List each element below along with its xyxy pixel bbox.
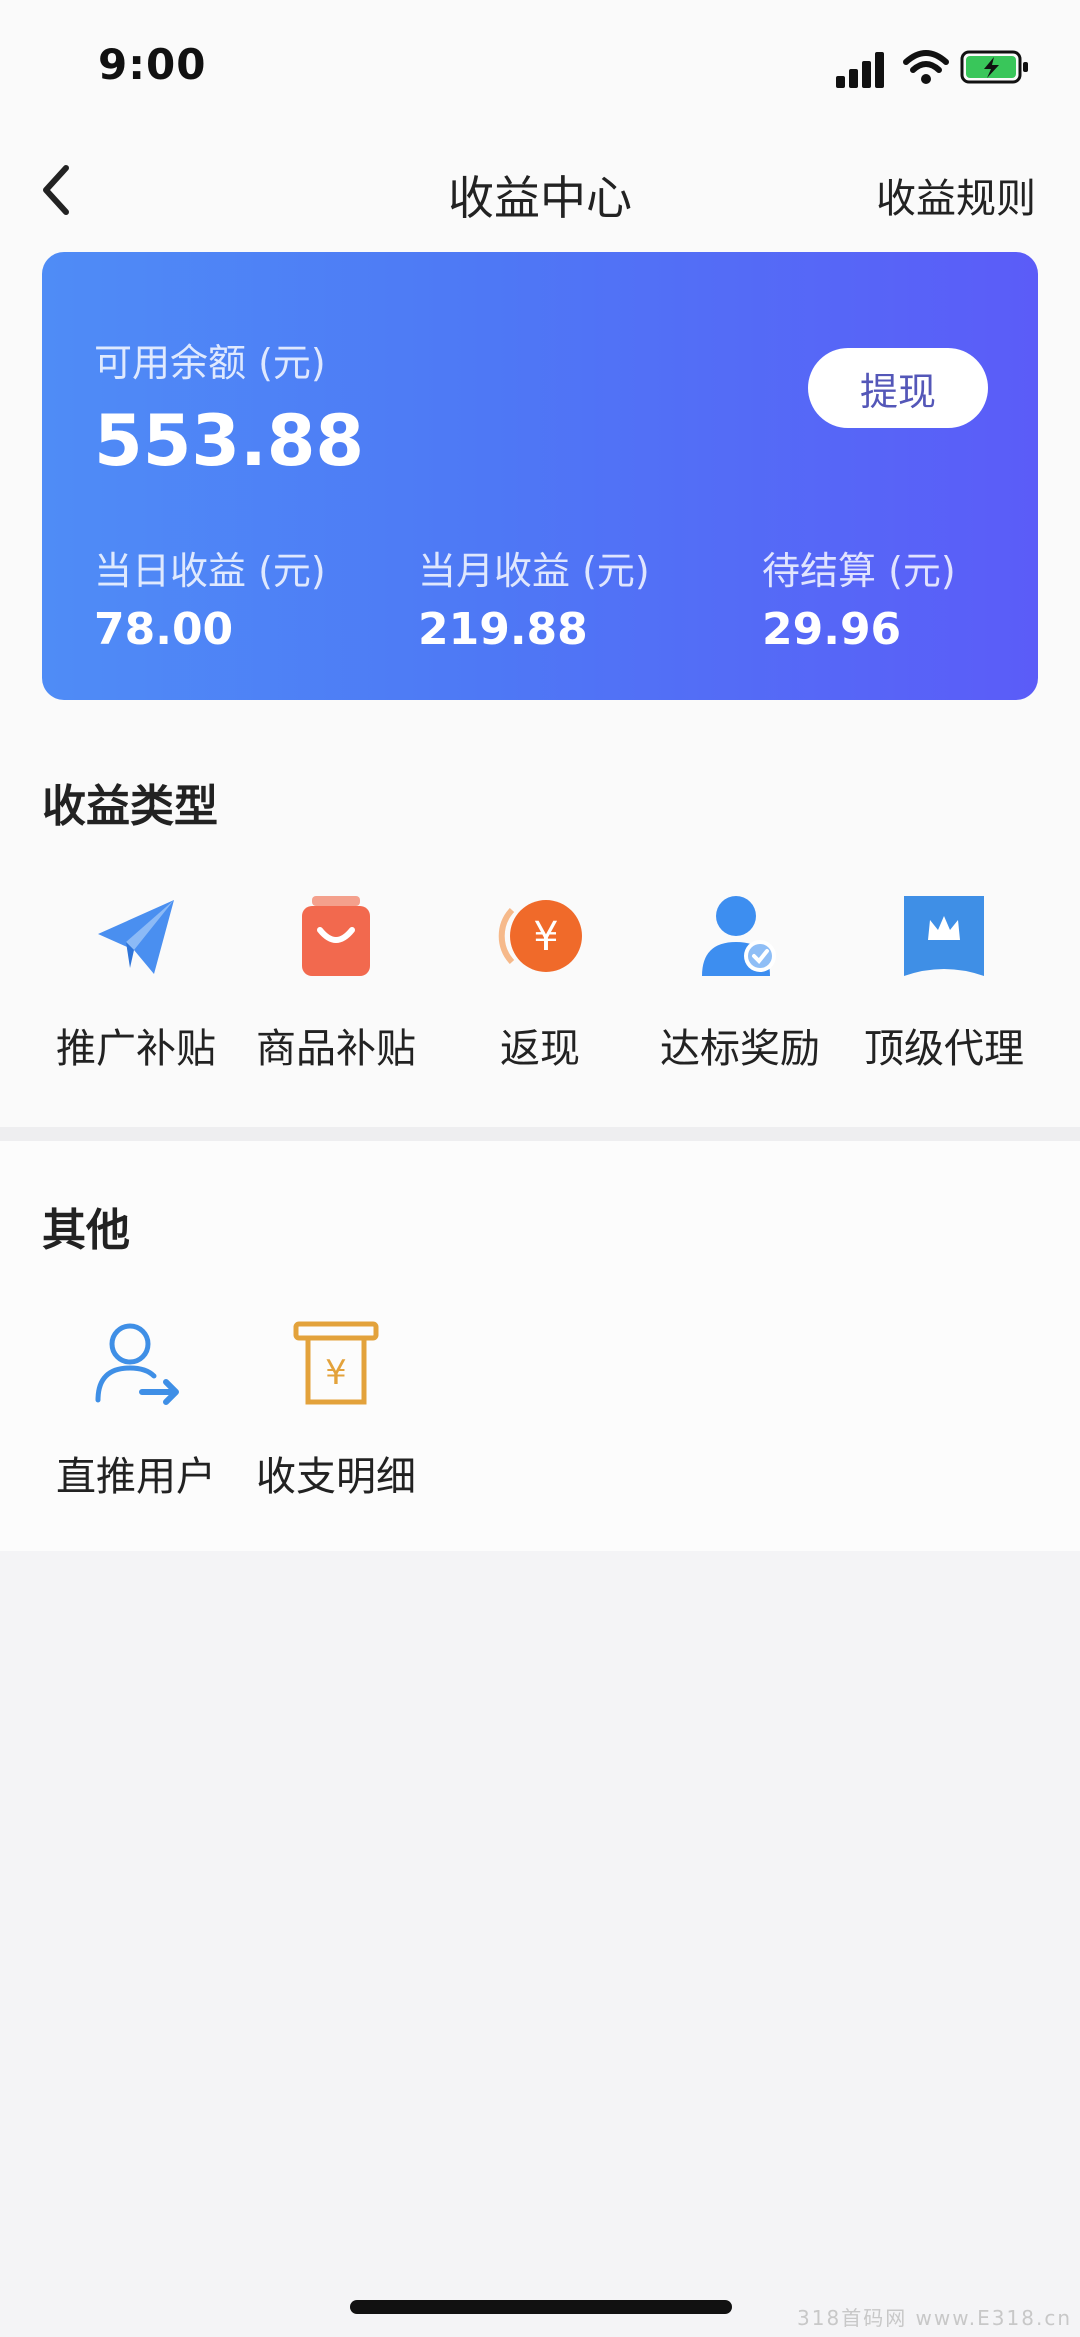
shopping-bag-icon <box>302 896 370 976</box>
income-type-target-reward[interactable]: 达标奖励 <box>640 890 840 1074</box>
signal-icon <box>836 52 884 88</box>
income-type-label: 返现 <box>500 1026 580 1072</box>
user-check-icon <box>702 896 776 976</box>
available-balance-amount: 553.88 <box>94 400 365 482</box>
svg-text:¥: ¥ <box>533 914 558 960</box>
yen-coin-icon: ¥ <box>498 900 582 972</box>
balance-card: 可用余额 (元) 553.88 提现 当日收益 (元) 78.00 当月收益 (… <box>42 252 1038 700</box>
status-bar: 9:00 <box>0 0 1080 130</box>
daily-income-label: 当日收益 (元) <box>94 549 326 593</box>
pending-settlement-value: 29.96 <box>762 604 902 655</box>
daily-income-value: 78.00 <box>94 604 234 655</box>
status-time: 9:00 <box>98 40 207 89</box>
monthly-income-value: 219.88 <box>418 604 588 655</box>
wifi-icon <box>903 50 949 84</box>
battery-charging-icon <box>960 50 1028 84</box>
others-title: 其他 <box>42 1205 130 1256</box>
income-type-promotion-subsidy[interactable]: 推广补贴 <box>36 890 236 1074</box>
withdraw-button[interactable]: 提现 <box>808 348 988 428</box>
income-types-title: 收益类型 <box>42 781 218 832</box>
income-type-top-agent[interactable]: 顶级代理 <box>844 890 1044 1074</box>
available-balance-label: 可用余额 (元) <box>94 341 326 385</box>
income-rules-link[interactable]: 收益规则 <box>876 166 1036 224</box>
paper-plane-icon <box>98 900 174 974</box>
watermark: 318首码网 www.E318.cn <box>797 2306 1072 2330</box>
section-divider <box>0 1127 1080 1141</box>
svg-text:¥: ¥ <box>325 1353 347 1393</box>
income-type-product-subsidy[interactable]: 商品补贴 <box>236 890 436 1074</box>
income-type-label: 商品补贴 <box>256 1026 416 1072</box>
income-type-label: 达标奖励 <box>660 1026 820 1072</box>
user-transfer-icon <box>95 1323 179 1405</box>
other-item-label: 收支明细 <box>256 1454 416 1500</box>
other-income-expense-details[interactable]: ¥ 收支明细 <box>236 1318 436 1502</box>
yen-receipt-icon: ¥ <box>293 1321 379 1405</box>
other-item-label: 直推用户 <box>56 1454 216 1500</box>
navigation-bar: 收益中心 收益规则 <box>0 140 1080 240</box>
income-type-label: 推广补贴 <box>56 1026 216 1072</box>
other-direct-users[interactable]: 直推用户 <box>36 1318 236 1502</box>
home-indicator[interactable] <box>350 2300 732 2314</box>
monthly-income-label: 当月收益 (元) <box>418 549 650 593</box>
income-type-cashback[interactable]: ¥ 返现 <box>440 890 640 1074</box>
income-type-label: 顶级代理 <box>864 1026 1024 1072</box>
crown-flag-icon <box>904 896 984 976</box>
pending-settlement-label: 待结算 (元) <box>762 549 956 593</box>
